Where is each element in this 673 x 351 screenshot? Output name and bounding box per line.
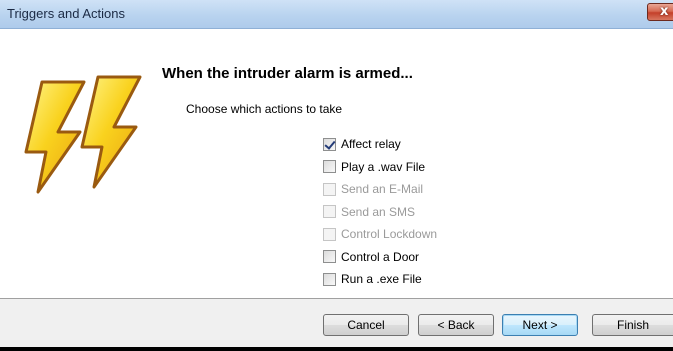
checkbox-control-lockdown <box>323 227 336 241</box>
option-label: Control Lockdown <box>341 227 438 242</box>
option-send-email: Send an E-Mail <box>323 178 437 201</box>
checkbox-control-door[interactable] <box>323 250 336 264</box>
back-button[interactable]: < Back <box>418 314 494 336</box>
cancel-button[interactable]: Cancel <box>323 314 409 336</box>
lightning-bolt-front <box>24 80 86 194</box>
option-label: Affect relay <box>341 137 401 152</box>
checkbox-affect-relay[interactable] <box>323 137 336 151</box>
action-options: Affect relay Play a .wav File Send an E-… <box>323 133 437 291</box>
window-title: Triggers and Actions <box>7 6 126 21</box>
option-label: Run a .exe File <box>341 272 422 287</box>
option-affect-relay[interactable]: Affect relay <box>323 133 437 156</box>
option-label: Control a Door <box>341 249 420 264</box>
option-label: Send an E-Mail <box>341 182 424 197</box>
checkbox-send-email <box>323 182 336 196</box>
title-bar[interactable]: Triggers and Actions x <box>0 0 673 29</box>
lightning-bolts-icon <box>24 75 142 194</box>
option-control-door[interactable]: Control a Door <box>323 246 437 269</box>
lightning-bolt-back <box>80 75 142 189</box>
close-button[interactable]: x <box>647 3 673 21</box>
option-play-wav[interactable]: Play a .wav File <box>323 156 437 179</box>
close-icon: x <box>660 4 669 19</box>
dialog-window: Triggers and Actions x When the intruder… <box>0 0 673 347</box>
option-control-lockdown: Control Lockdown <box>323 223 437 246</box>
option-send-sms: Send an SMS <box>323 201 437 224</box>
checkbox-run-exe[interactable] <box>323 272 336 286</box>
wizard-content: When the intruder alarm is armed... Choo… <box>0 29 673 299</box>
next-button[interactable]: Next > <box>502 314 578 336</box>
page-subheading: Choose which actions to take <box>186 102 343 116</box>
checkbox-send-sms <box>323 205 336 219</box>
option-run-exe[interactable]: Run a .exe File <box>323 268 437 291</box>
checkbox-play-wav[interactable] <box>323 160 336 174</box>
finish-button[interactable]: Finish <box>592 314 673 336</box>
option-label: Send an SMS <box>341 204 416 219</box>
wizard-footer: Cancel < Back Next > Finish <box>0 298 673 347</box>
option-label: Play a .wav File <box>341 159 426 174</box>
page-heading: When the intruder alarm is armed... <box>162 65 413 82</box>
